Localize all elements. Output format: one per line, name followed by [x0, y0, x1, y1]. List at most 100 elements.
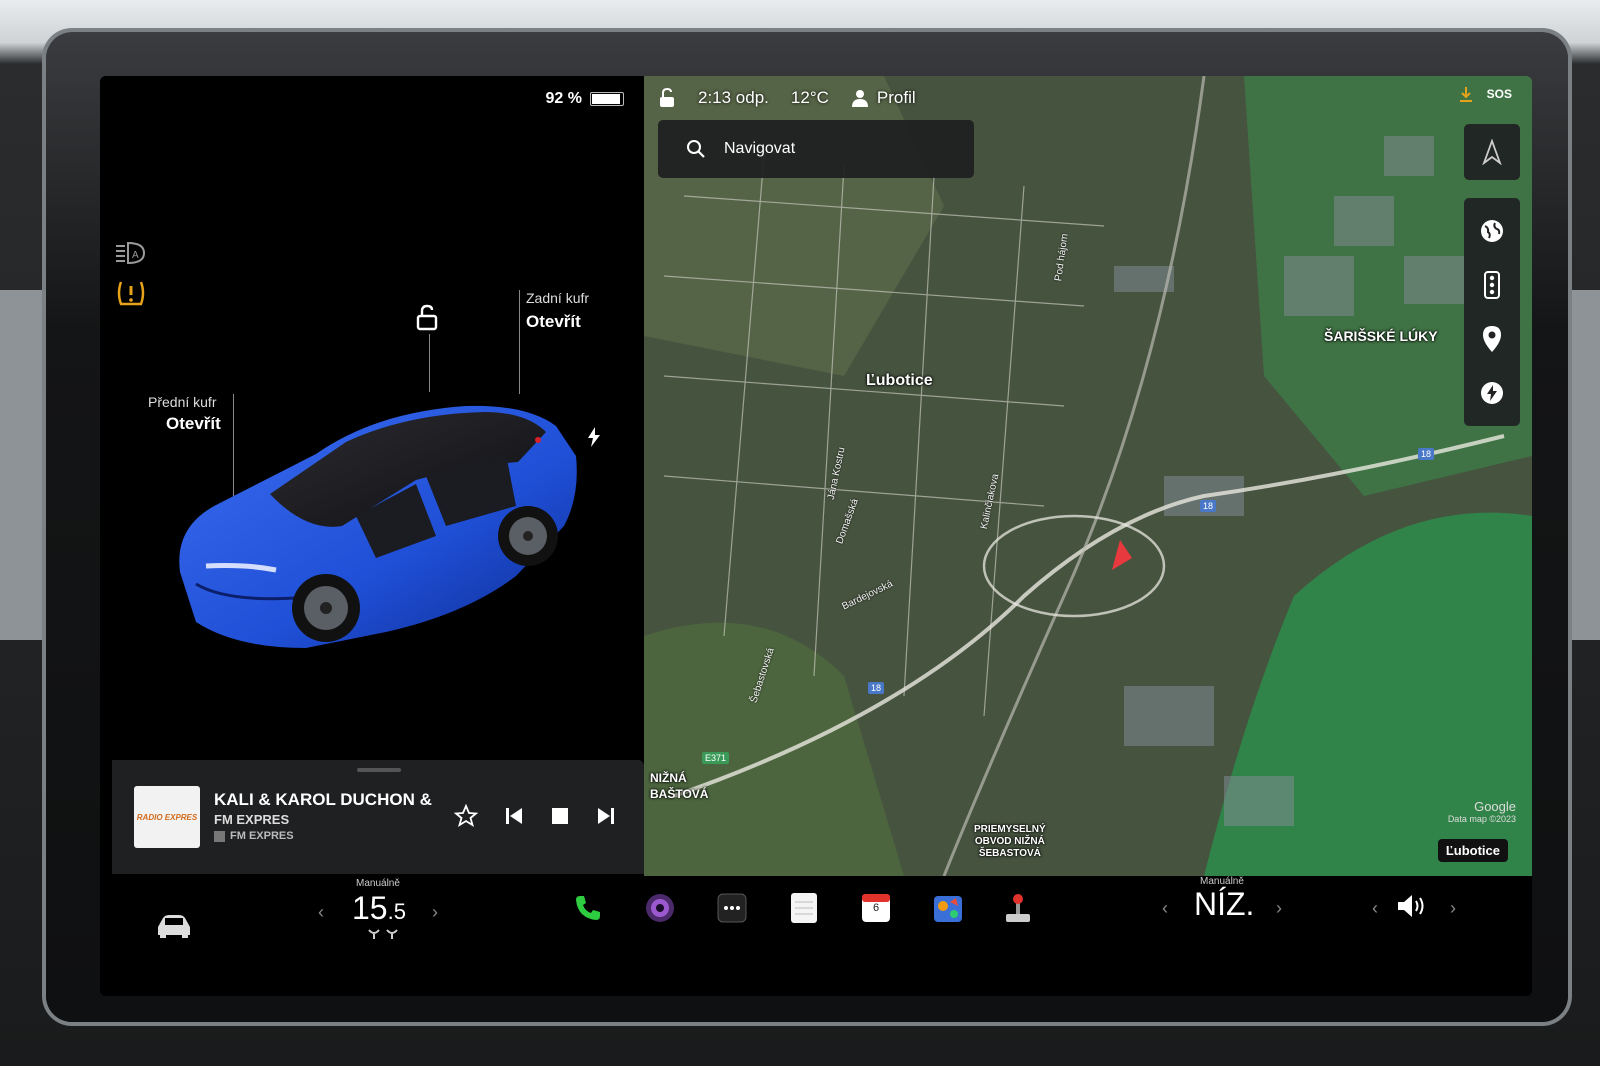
touchscreen: 92 % A Přední kufr Otevřít Zadní kufr Ot — [100, 76, 1532, 996]
globe-icon — [1481, 220, 1503, 242]
person-icon — [851, 90, 868, 107]
battery-indicator: 92 % — [546, 90, 624, 108]
north-arrow-icon — [1482, 139, 1502, 165]
road-shield-1: 18 — [1418, 448, 1435, 460]
road-shield-e371: E371 — [702, 752, 730, 764]
road-shield-2: 18 — [1200, 500, 1217, 512]
bottom-dock: Manuálně ‹ 15.5 › 6 Manuálně ‹ NÍZ. › ‹ … — [100, 876, 1532, 996]
status-bar: 2:13 odp. 12°C Profil — [644, 76, 1532, 120]
map-controls — [1464, 198, 1520, 426]
driver-temp-down[interactable]: ‹ — [318, 902, 324, 923]
speaker-icon — [1398, 895, 1424, 917]
unlock-icon[interactable] — [414, 304, 440, 332]
driver-temp-decimal: .5 — [387, 899, 406, 924]
toybox-icon — [934, 896, 962, 922]
navigation-map[interactable]: 2:13 odp. 12°C Profil SOS Navigovat Ľubo… — [644, 76, 1532, 876]
skip-back-icon — [506, 808, 522, 824]
satellite-toggle-button[interactable] — [1472, 211, 1512, 251]
media-source: FM EXPRES — [214, 830, 294, 842]
download-icon[interactable] — [1459, 86, 1473, 102]
charging-stations-button[interactable] — [1472, 373, 1512, 413]
media-player[interactable]: RADIO EXPRES KALI & KAROL DUCHON & FM EX… — [112, 760, 644, 874]
album-art: RADIO EXPRES — [134, 786, 200, 848]
current-location-badge: Ľubotice — [1437, 839, 1508, 862]
driver-climate-mode: Manuálně — [356, 878, 400, 889]
road-shield-3: 18 — [868, 682, 885, 694]
unlock-status-icon[interactable] — [658, 88, 676, 108]
car-model-image — [179, 405, 577, 648]
map-pin-icon — [1483, 326, 1501, 352]
passenger-temperature[interactable]: NÍZ. — [1194, 886, 1254, 923]
favorite-button[interactable] — [452, 802, 480, 830]
calendar-day: 6 — [872, 902, 880, 914]
passenger-temp-down[interactable]: ‹ — [1162, 898, 1168, 919]
photo-stage: 92 % A Přední kufr Otevřít Zadní kufr Ot — [0, 0, 1600, 1066]
car-icon — [158, 915, 190, 938]
map-attribution: Google Data map ©2023 — [1448, 799, 1516, 824]
driver-temp-main: 15 — [352, 890, 388, 926]
phone-app-button[interactable] — [568, 888, 608, 928]
phone-icon — [576, 896, 600, 920]
media-source-label: FM EXPRES — [230, 830, 294, 842]
rear-trunk-label: Zadní kufr — [526, 290, 590, 306]
station-name: FM EXPRES — [214, 812, 290, 827]
clock: 2:13 odp. — [698, 88, 769, 107]
toybox-app-button[interactable] — [928, 888, 968, 928]
profile-label: Profil — [876, 88, 916, 107]
traffic-button[interactable] — [1472, 265, 1512, 305]
driver-temp-up[interactable]: › — [432, 902, 438, 923]
radio-source-icon — [214, 830, 225, 842]
driver-temperature[interactable]: 15.5 — [352, 890, 406, 927]
arcade-app-button[interactable] — [998, 888, 1038, 928]
seat-heater-icon[interactable] — [366, 928, 400, 940]
lightning-icon — [1481, 382, 1503, 404]
map-label-lubotice: Ľubotice — [866, 372, 933, 389]
top-right-status: SOS — [1459, 86, 1512, 102]
outside-temperature: 12°C — [790, 88, 829, 107]
next-track-button[interactable] — [592, 802, 620, 830]
more-apps-button[interactable] — [712, 888, 752, 928]
battery-fill — [592, 94, 620, 104]
tire-pressure-warning-icon — [117, 281, 145, 306]
search-placeholder: Navigovat — [724, 140, 796, 157]
search-icon — [687, 140, 705, 158]
pin-button[interactable] — [1472, 319, 1512, 359]
notes-app-button[interactable] — [784, 888, 824, 928]
star-icon — [454, 804, 478, 827]
map-label-priemyselny: PRIEMYSELNÝ OBVOD NIŽNÁ ŠEBASTOVÁ — [974, 824, 1046, 859]
auto-headlights-icon: A — [116, 241, 146, 265]
profile-button[interactable]: Profil — [851, 88, 916, 108]
car-controls-button[interactable] — [152, 906, 196, 946]
song-title: KALI & KAROL DUCHON & — [214, 790, 432, 809]
stop-icon — [552, 808, 568, 824]
previous-track-button[interactable] — [500, 802, 528, 830]
map-data-attribution: Data map ©2023 — [1447, 814, 1516, 824]
ellipsis-icon — [717, 893, 747, 923]
volume-down[interactable]: ‹ — [1372, 898, 1378, 919]
battery-percent: 92 % — [545, 90, 582, 107]
map-label-sarisske-luky: ŠARIŠSKÉ LÚKY — [1324, 328, 1438, 344]
media-drag-handle[interactable] — [357, 768, 401, 772]
album-art-text: RADIO EXPRES — [136, 812, 198, 822]
navigate-search-box[interactable]: Navigovat — [658, 120, 974, 178]
compass-button[interactable] — [1464, 124, 1520, 180]
battery-icon — [590, 92, 624, 106]
charge-port-icon[interactable] — [586, 426, 602, 448]
rear-trunk-open-button[interactable]: Otevřít — [526, 312, 581, 332]
skip-forward-icon — [598, 808, 614, 824]
volume-button[interactable] — [1392, 886, 1432, 926]
satellite-map-image — [644, 76, 1532, 876]
passenger-temp-up[interactable]: › — [1276, 898, 1282, 919]
map-label-nizna-bastova: NIŽNÁ BAŠTOVÁ — [650, 771, 709, 801]
calendar-app-button[interactable]: 6 — [856, 888, 896, 928]
svg-text:A: A — [132, 250, 139, 261]
camera-app-button[interactable] — [640, 888, 680, 928]
google-attribution: Google — [1474, 799, 1516, 814]
volume-up[interactable]: › — [1450, 898, 1456, 919]
sos-button[interactable]: SOS — [1487, 87, 1512, 101]
stop-button[interactable] — [546, 802, 574, 830]
notepad-icon — [791, 893, 817, 923]
camera-icon — [646, 894, 674, 922]
joystick-icon — [1006, 894, 1030, 922]
car-panel: 92 % A Přední kufr Otevřít Zadní kufr Ot — [100, 76, 644, 876]
